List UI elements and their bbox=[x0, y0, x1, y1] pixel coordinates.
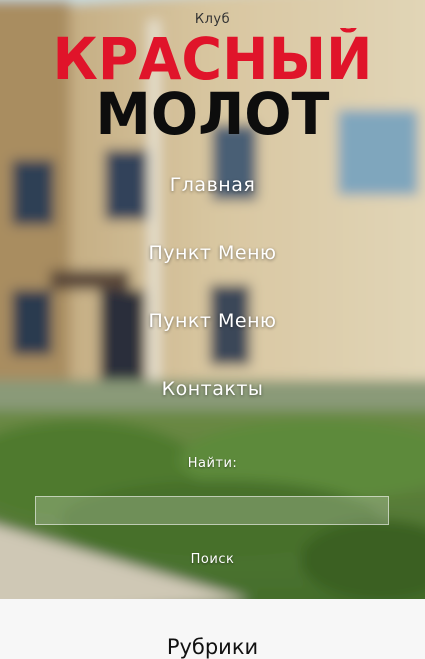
hero-section: Клуб КРАСНЫЙ МОЛОТ Главная Пункт Меню Пу… bbox=[0, 0, 425, 599]
logo-line-2: МОЛОТ bbox=[96, 80, 330, 140]
search-button[interactable]: Поиск bbox=[162, 548, 263, 570]
site-logo[interactable]: КРАСНЫЙ МОЛОТ bbox=[0, 28, 425, 140]
search-label: Найти: bbox=[187, 456, 238, 471]
nav-item-home[interactable]: Главная bbox=[0, 174, 425, 196]
rubrics-section: Рубрики bbox=[0, 599, 425, 659]
site-subtitle: Клуб bbox=[194, 12, 231, 27]
nav-item-contacts[interactable]: Контакты bbox=[0, 378, 425, 400]
rubrics-title: Рубрики bbox=[166, 635, 259, 659]
header-content: Клуб КРАСНЫЙ МОЛОТ Главная Пункт Меню Пу… bbox=[0, 0, 425, 599]
search-input[interactable] bbox=[35, 496, 389, 525]
nav-item-menu-1[interactable]: Пункт Меню bbox=[0, 242, 425, 264]
nav-item-menu-2[interactable]: Пункт Меню bbox=[0, 310, 425, 332]
